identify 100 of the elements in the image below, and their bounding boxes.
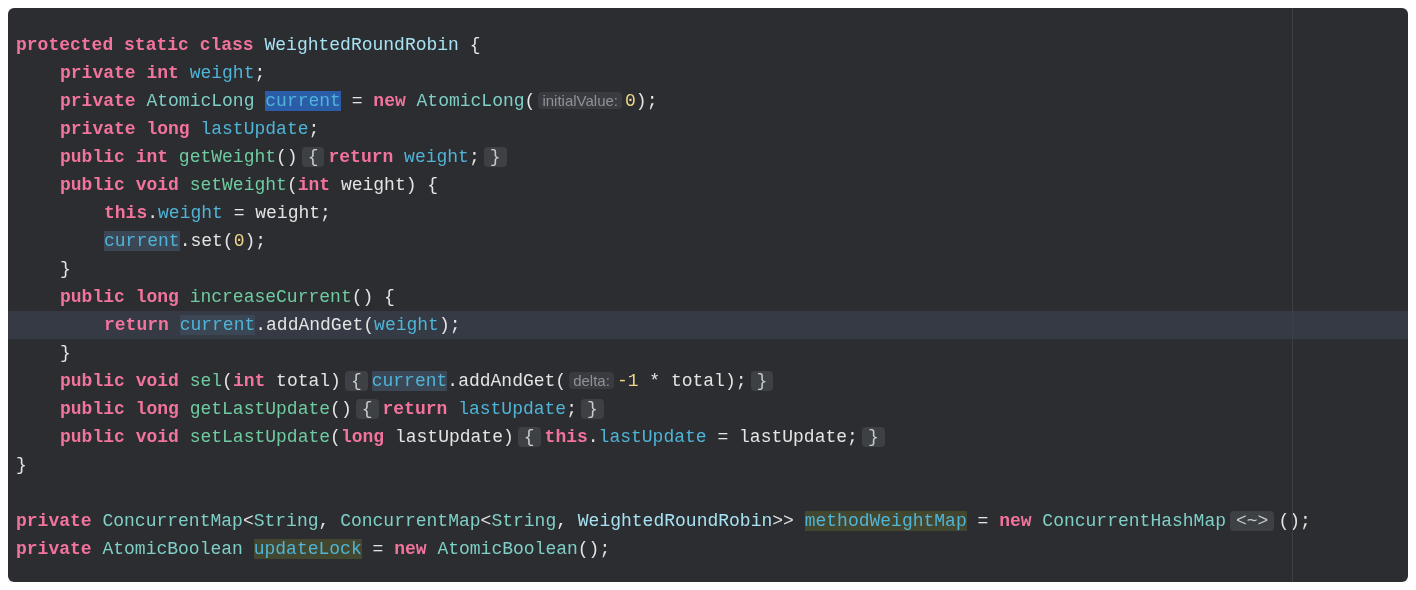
- keyword: private: [16, 511, 92, 531]
- type-name: AtomicBoolean: [102, 539, 243, 559]
- keyword: void: [135, 175, 179, 195]
- type-name: ConcurrentHashMap: [1042, 511, 1226, 531]
- code-text: .addAndGet(: [447, 371, 567, 391]
- type-name: String: [491, 511, 557, 531]
- folded-code: }: [750, 371, 774, 391]
- folded-code: {: [517, 427, 541, 447]
- method-name: sel: [189, 371, 223, 391]
- code-text: <: [480, 511, 492, 531]
- code-text: .: [147, 203, 159, 223]
- code-text: ;: [468, 147, 480, 167]
- keyword: return: [328, 147, 394, 167]
- code-text: weight) {: [340, 175, 439, 195]
- code-text: =: [977, 511, 989, 531]
- number-literal: -1: [616, 371, 639, 391]
- code-text: (: [330, 427, 341, 447]
- method-name: increaseCurrent: [189, 287, 352, 307]
- code-text: ();: [577, 539, 611, 559]
- keyword: private: [60, 91, 136, 111]
- keyword: public: [60, 147, 125, 167]
- type-name: AtomicLong: [416, 91, 525, 111]
- code-text: .set(: [179, 231, 234, 251]
- keyword: protected: [16, 35, 114, 55]
- keyword: long: [135, 399, 179, 419]
- field-name: lastUpdate: [458, 399, 567, 419]
- keyword: private: [16, 539, 92, 559]
- code-text: total): [276, 371, 341, 391]
- code-text: }: [60, 343, 71, 363]
- code-text: ;: [308, 119, 320, 139]
- code-text: * total);: [649, 371, 747, 391]
- code-text: lastUpdate): [394, 427, 514, 447]
- method-name: setWeight: [189, 175, 287, 195]
- keyword: long: [340, 427, 385, 447]
- code-text: );: [438, 315, 461, 335]
- method-name: getLastUpdate: [189, 399, 331, 419]
- class-name: WeightedRoundRobin: [264, 35, 459, 55]
- folded-code: {: [344, 371, 368, 391]
- folded-code: }: [581, 399, 604, 419]
- keyword: return: [104, 315, 169, 335]
- type-name: AtomicLong: [146, 91, 255, 111]
- code-text: = lastUpdate;: [717, 427, 858, 447]
- code-text: () {: [351, 287, 395, 307]
- keyword: this: [544, 427, 588, 447]
- folded-code: }: [861, 427, 885, 447]
- code-text: }: [60, 259, 71, 279]
- field-name: lastUpdate: [200, 119, 309, 139]
- code-text: (: [524, 91, 536, 111]
- keyword: public: [60, 287, 125, 307]
- keyword: long: [135, 287, 179, 307]
- type-name: AtomicBoolean: [437, 539, 578, 559]
- highlighted-field-name: current: [371, 371, 448, 391]
- keyword: void: [135, 371, 179, 391]
- field-name: weight: [404, 147, 469, 167]
- code-text: }: [16, 455, 27, 475]
- keyword: public: [60, 371, 125, 391]
- code-text: .: [587, 427, 599, 447]
- code-text: );: [635, 91, 658, 111]
- code-text: >>: [772, 511, 794, 531]
- keyword: new: [999, 511, 1032, 531]
- keyword: int: [146, 63, 179, 83]
- code-text: );: [244, 231, 267, 251]
- code-text: (): [330, 399, 352, 419]
- highlighted-field-name: current: [104, 231, 180, 251]
- keyword: public: [60, 427, 125, 447]
- method-name: setLastUpdate: [189, 427, 331, 447]
- code-text: (: [222, 371, 233, 391]
- code-text: ;: [254, 63, 266, 83]
- keyword: return: [382, 399, 448, 419]
- field-name: weight: [189, 63, 255, 83]
- field-name: weight: [158, 203, 223, 223]
- keyword: static: [124, 35, 189, 55]
- folded-code: <~>: [1230, 511, 1275, 531]
- type-name: ConcurrentMap: [340, 511, 481, 531]
- keyword: int: [297, 175, 331, 195]
- code-text: = weight;: [233, 203, 331, 223]
- type-name: String: [253, 511, 319, 531]
- code-text: ();: [1278, 511, 1311, 531]
- code-text: {: [469, 35, 481, 55]
- keyword: long: [146, 119, 190, 139]
- code-text: ,: [556, 511, 567, 531]
- keyword: void: [135, 427, 179, 447]
- highlighted-field-name: updateLock: [253, 539, 362, 559]
- code-text: .addAndGet(: [255, 315, 375, 335]
- keyword: private: [60, 119, 136, 139]
- code-text: =: [372, 539, 384, 559]
- keyword: public: [60, 175, 125, 195]
- class-name: WeightedRoundRobin: [577, 511, 773, 531]
- folded-code: }: [483, 147, 507, 167]
- field-name: lastUpdate: [598, 427, 707, 447]
- highlighted-field-name: current: [179, 315, 256, 335]
- code-text: ;: [566, 399, 577, 419]
- number-literal: 0: [625, 91, 636, 111]
- code-text: <: [242, 511, 254, 531]
- method-name: getWeight: [178, 147, 277, 167]
- folded-code: {: [355, 399, 379, 419]
- code-text: ,: [318, 511, 330, 531]
- keyword: new: [373, 91, 406, 111]
- keyword: public: [60, 399, 125, 419]
- keyword: this: [104, 203, 148, 223]
